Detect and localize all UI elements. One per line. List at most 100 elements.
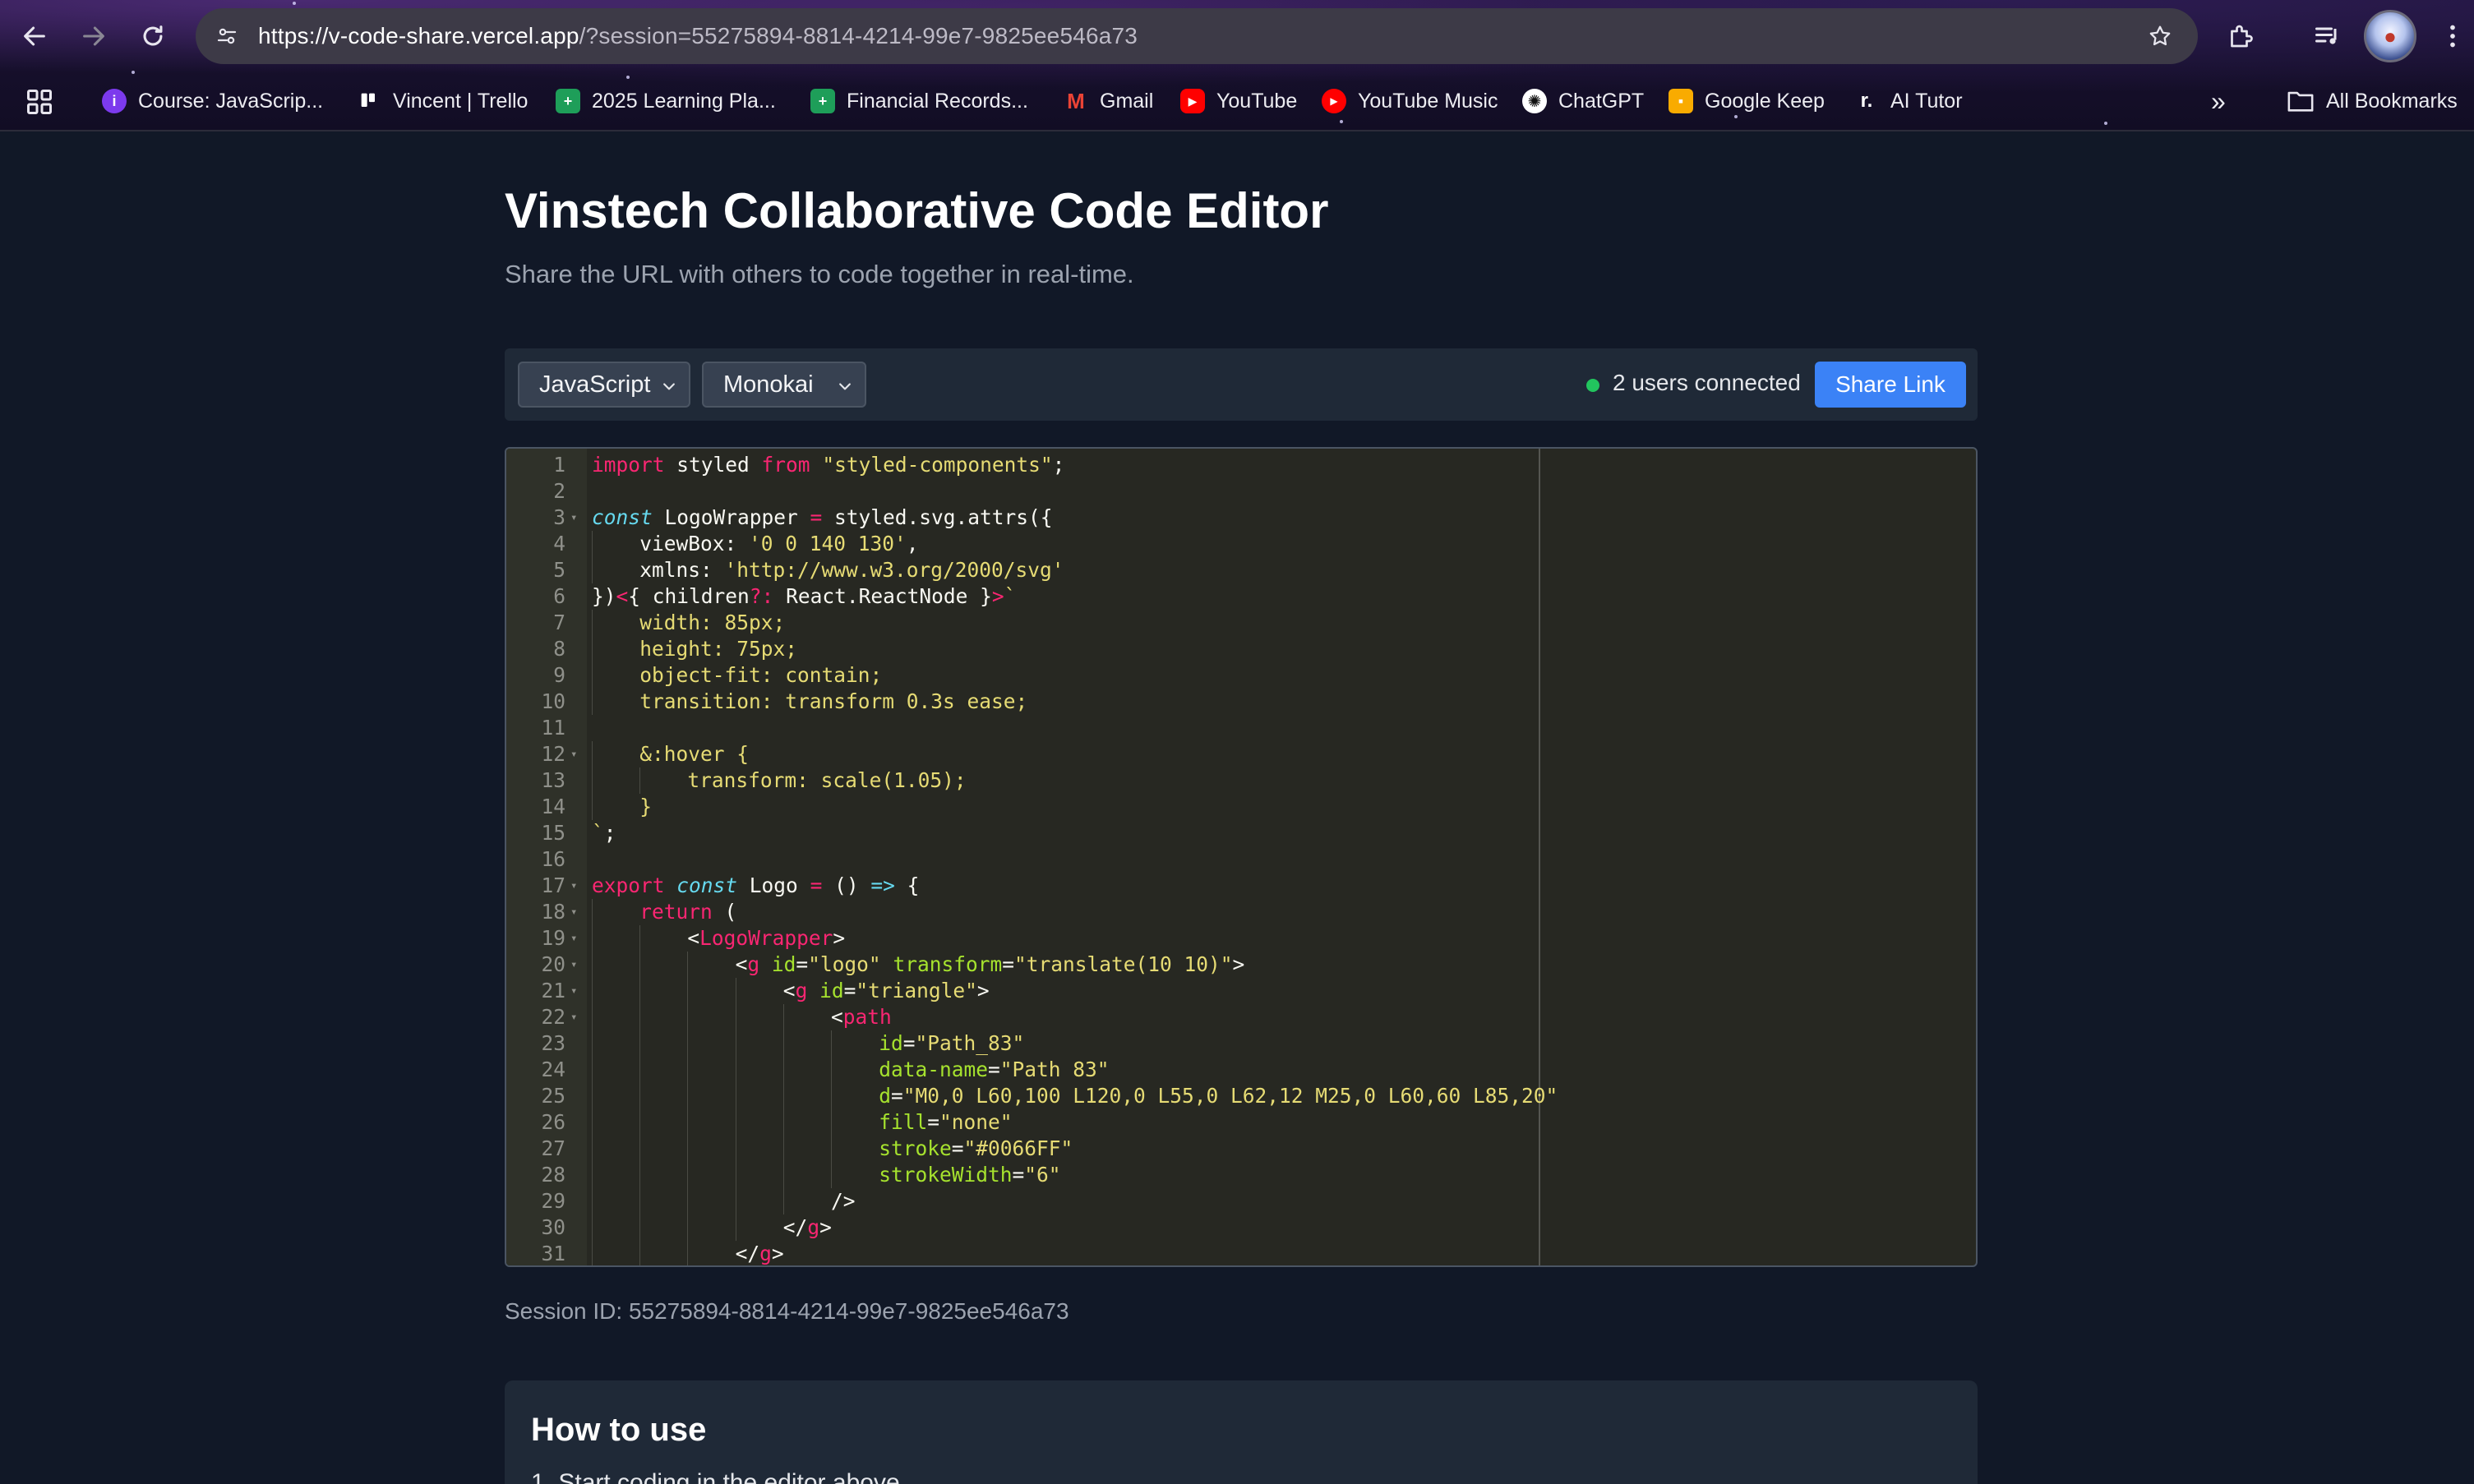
indent-guide bbox=[592, 1136, 593, 1162]
site-info-button[interactable] bbox=[207, 16, 247, 56]
code-text: <g id="triangle"> bbox=[783, 978, 990, 1004]
code-line[interactable]: 20 ▾ <g id="logo" transform="translate(10 … bbox=[506, 952, 1976, 978]
fold-toggle-icon[interactable]: ▾ bbox=[570, 978, 577, 1004]
address-bar[interactable]: https://v-code-share.vercel.app/?session… bbox=[196, 8, 2198, 64]
indent-guide bbox=[592, 952, 593, 978]
share-link-button[interactable]: Share Link bbox=[1815, 362, 1966, 408]
back-button[interactable] bbox=[12, 13, 58, 59]
fold-toggle-icon[interactable]: ▾ bbox=[570, 741, 577, 767]
code-line[interactable]: 2 bbox=[506, 478, 1976, 505]
code-line[interactable]: 18 ▾ return ( bbox=[506, 899, 1976, 925]
arrow-left-icon bbox=[24, 26, 45, 46]
ai-tutor-icon: r. bbox=[1860, 90, 1873, 112]
code-line[interactable]: 30 </g> bbox=[506, 1214, 1976, 1241]
code-line[interactable]: 17 ▾ export const Logo = () => { bbox=[506, 873, 1976, 899]
line-number: 20 bbox=[541, 952, 565, 976]
extensions-button[interactable] bbox=[2216, 12, 2265, 61]
all-bookmarks-button[interactable]: All Bookmarks bbox=[2287, 77, 2458, 125]
indent-guide bbox=[592, 899, 593, 925]
code-line[interactable]: 9 object-fit: contain; bbox=[506, 662, 1976, 689]
fold-toggle-icon[interactable]: ▾ bbox=[570, 899, 577, 925]
page-subtitle: Share the URL with others to code togeth… bbox=[505, 260, 1134, 288]
code-token: { children bbox=[628, 584, 750, 608]
line-number: 29 bbox=[541, 1189, 565, 1213]
code-line[interactable]: 13 transform: scale(1.05); bbox=[506, 767, 1976, 794]
code-line[interactable]: 24 data-name="Path 83" bbox=[506, 1057, 1976, 1083]
bookmark-youtube[interactable]: ▶ YouTube bbox=[1180, 77, 1297, 125]
code-token: import bbox=[592, 453, 665, 477]
code-line[interactable]: 22 ▾ <path bbox=[506, 1004, 1976, 1030]
code-line[interactable]: 3 ▾ const LogoWrapper = styled.svg.attrs({ bbox=[506, 505, 1976, 531]
code-line[interactable]: 25 d="M0,0 L60,100 L120,0 L55,0 L62,12 M2… bbox=[506, 1083, 1976, 1109]
line-number: 5 bbox=[553, 558, 565, 582]
code-line[interactable]: 12 ▾ &:hover { bbox=[506, 741, 1976, 767]
indent-guide bbox=[782, 1162, 784, 1188]
code-line[interactable]: 29 /> bbox=[506, 1188, 1976, 1214]
bookmark-label: 2025 Learning Pla... bbox=[592, 89, 776, 113]
media-control-button[interactable] bbox=[2303, 12, 2352, 61]
theme-select[interactable]: Monokai bbox=[702, 362, 866, 408]
code-line[interactable]: 21 ▾ <g id="triangle"> bbox=[506, 978, 1976, 1004]
browser-menu-button[interactable] bbox=[2428, 12, 2474, 61]
code-line[interactable]: 11 bbox=[506, 715, 1976, 741]
reload-button[interactable] bbox=[130, 13, 176, 59]
bookmark-trello[interactable]: Vincent | Trello bbox=[357, 77, 528, 125]
code-token: "translate(10 10)" bbox=[1013, 952, 1233, 976]
code-line[interactable]: 1 import styled from "styled-components"; bbox=[506, 452, 1976, 478]
bookmark-star-button[interactable] bbox=[2140, 16, 2180, 56]
language-select[interactable]: JavaScript bbox=[518, 362, 690, 408]
bookmark-course[interactable]: i Course: JavaScrip... bbox=[102, 77, 323, 125]
code-token: "none" bbox=[939, 1110, 1013, 1134]
code-line[interactable]: 31 </g> bbox=[506, 1241, 1976, 1265]
bookmark-gmail[interactable]: M Gmail bbox=[1064, 77, 1153, 125]
indent-guide bbox=[831, 1136, 832, 1162]
fold-toggle-icon[interactable]: ▾ bbox=[570, 505, 577, 531]
url-text[interactable]: https://v-code-share.vercel.app/?session… bbox=[258, 23, 1138, 49]
profile-avatar[interactable]: ● bbox=[2364, 10, 2416, 62]
bookmark-google-keep[interactable]: ▪ Google Keep bbox=[1669, 77, 1825, 125]
code-token: = bbox=[843, 979, 856, 1002]
code-line[interactable]: 7 width: 85px; bbox=[506, 610, 1976, 636]
fold-toggle-icon[interactable]: ▾ bbox=[570, 952, 577, 978]
code-line[interactable]: 10 transition: transform 0.3s ease; bbox=[506, 689, 1976, 715]
code-line[interactable]: 27 stroke="#0066FF" bbox=[506, 1136, 1976, 1162]
bookmark-youtube-music[interactable]: ▶ YouTube Music bbox=[1322, 77, 1498, 125]
bookmark-label: Google Keep bbox=[1705, 89, 1825, 113]
fold-toggle-icon[interactable]: ▾ bbox=[570, 873, 577, 899]
code-line[interactable]: 4 viewBox: '0 0 140 130', bbox=[506, 531, 1976, 557]
forward-button[interactable] bbox=[71, 13, 117, 59]
sheets-icon: + bbox=[810, 89, 835, 113]
bookmark-financial-records[interactable]: + Financial Records... bbox=[810, 77, 1028, 125]
line-number: 15 bbox=[541, 821, 565, 845]
code-editor[interactable]: 1 import styled from "styled-components";… bbox=[505, 447, 1978, 1267]
bookmark-ai-tutor[interactable]: r. AI Tutor bbox=[1854, 77, 1963, 125]
code-text: transform: scale(1.05); bbox=[687, 767, 966, 794]
fold-toggle-icon[interactable]: ▾ bbox=[570, 1004, 577, 1030]
code-text: transition: transform 0.3s ease; bbox=[639, 689, 1027, 715]
code-line[interactable]: 6})<{ children?: React.ReactNode }>` bbox=[506, 583, 1976, 610]
fold-toggle-icon[interactable]: ▾ bbox=[570, 925, 577, 952]
code-token: ( bbox=[712, 900, 737, 924]
code-line[interactable]: 16 bbox=[506, 846, 1976, 873]
code-line[interactable]: 19 ▾ <LogoWrapper> bbox=[506, 925, 1976, 952]
youtube-music-icon: ▶ bbox=[1322, 89, 1346, 113]
code-line[interactable]: 5 xmlns: 'http://www.w3.org/2000/svg' bbox=[506, 557, 1976, 583]
indent-guide bbox=[592, 636, 593, 662]
bookmark-chatgpt[interactable]: ✺ ChatGPT bbox=[1522, 77, 1644, 125]
code-line[interactable]: 14} bbox=[506, 794, 1976, 820]
code-line[interactable]: 15 `; bbox=[506, 820, 1976, 846]
code-line[interactable]: 28 strokeWidth="6" bbox=[506, 1162, 1976, 1188]
code-text: viewBox: '0 0 140 130', bbox=[639, 531, 918, 557]
code-line[interactable]: 8 height: 75px; bbox=[506, 636, 1976, 662]
code-line[interactable]: 23 id="Path_83" bbox=[506, 1030, 1976, 1057]
bookmark-learning-plan[interactable]: + 2025 Learning Pla... bbox=[556, 77, 776, 125]
code-token: > bbox=[819, 1215, 832, 1239]
indent-guide bbox=[592, 1004, 593, 1030]
theme-value: Monokai bbox=[723, 371, 814, 398]
bookmarks-overflow-button[interactable]: » bbox=[2211, 77, 2226, 125]
code-token: ; bbox=[603, 821, 616, 845]
code-line[interactable]: 26 fill="none" bbox=[506, 1109, 1976, 1136]
code-text: } bbox=[639, 794, 652, 820]
line-number: 7 bbox=[553, 611, 565, 634]
code-token: > bbox=[771, 1242, 784, 1265]
